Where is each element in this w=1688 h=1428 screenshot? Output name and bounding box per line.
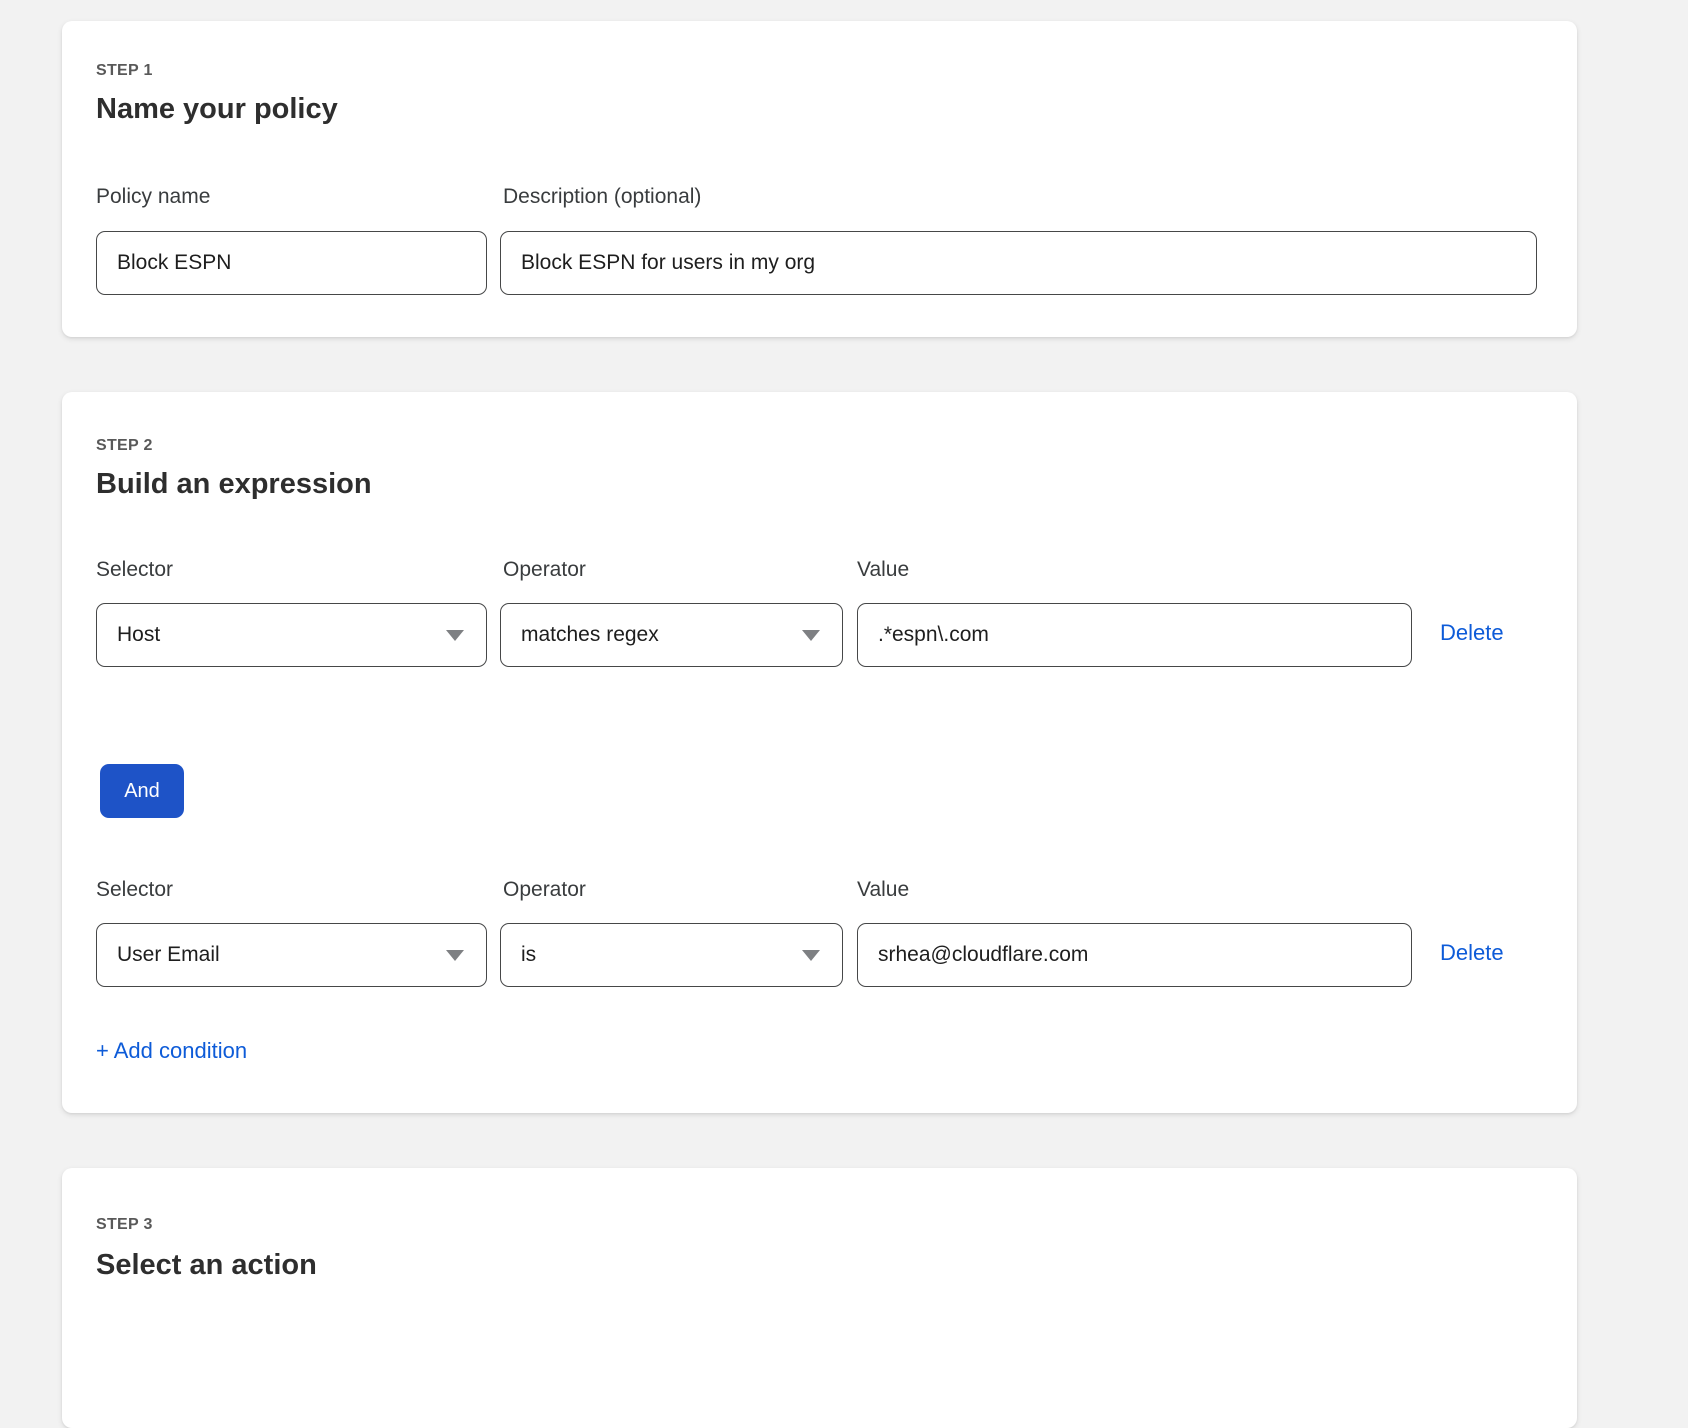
policy-name-label: Policy name xyxy=(96,185,210,209)
step3-card: STEP 3 Select an action xyxy=(62,1168,1577,1428)
chevron-down-icon xyxy=(446,630,464,641)
add-condition-link[interactable]: + Add condition xyxy=(96,1038,247,1064)
step3-title: Select an action xyxy=(96,1249,317,1282)
delete-link-row2[interactable]: Delete xyxy=(1440,940,1504,966)
value-label-row2: Value xyxy=(857,878,909,902)
operator-dropdown-row1-value: matches regex xyxy=(521,623,659,647)
selector-dropdown-row2-value: User Email xyxy=(117,943,220,967)
description-label: Description (optional) xyxy=(503,185,701,209)
operator-dropdown-row2[interactable]: is xyxy=(500,923,843,987)
step1-title: Name your policy xyxy=(96,93,338,126)
selector-dropdown-row1-value: Host xyxy=(117,623,160,647)
step2-step-label: STEP 2 xyxy=(96,437,153,455)
selector-label-row1: Selector xyxy=(96,558,173,582)
selector-dropdown-row1[interactable]: Host xyxy=(96,603,487,667)
step3-step-label: STEP 3 xyxy=(96,1216,153,1234)
value-input-row2[interactable] xyxy=(857,923,1412,987)
step2-title: Build an expression xyxy=(96,468,372,501)
operator-dropdown-row2-value: is xyxy=(521,943,536,967)
operator-label-row1: Operator xyxy=(503,558,586,582)
operator-dropdown-row1[interactable]: matches regex xyxy=(500,603,843,667)
selector-label-row2: Selector xyxy=(96,878,173,902)
step1-card: STEP 1 Name your policy Policy name Desc… xyxy=(62,21,1577,337)
chevron-down-icon xyxy=(802,630,820,641)
step1-step-label: STEP 1 xyxy=(96,62,153,80)
delete-link-row1[interactable]: Delete xyxy=(1440,620,1504,646)
value-label-row1: Value xyxy=(857,558,909,582)
selector-dropdown-row2[interactable]: User Email xyxy=(96,923,487,987)
value-input-row1[interactable] xyxy=(857,603,1412,667)
chevron-down-icon xyxy=(802,950,820,961)
chevron-down-icon xyxy=(446,950,464,961)
operator-label-row2: Operator xyxy=(503,878,586,902)
and-button[interactable]: And xyxy=(100,764,184,818)
policy-name-input[interactable] xyxy=(96,231,487,295)
description-input[interactable] xyxy=(500,231,1537,295)
step2-card: STEP 2 Build an expression Selector Oper… xyxy=(62,392,1577,1113)
